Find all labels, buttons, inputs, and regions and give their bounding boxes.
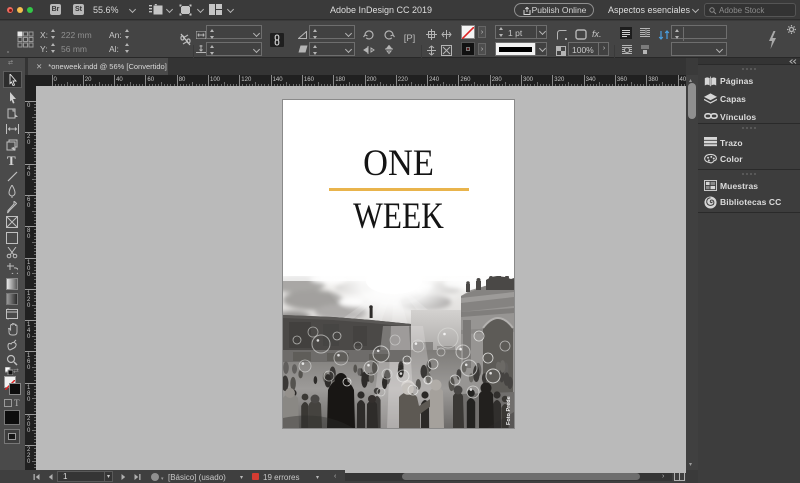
svg-text:Foto Prede: Foto Prede [506,396,512,425]
